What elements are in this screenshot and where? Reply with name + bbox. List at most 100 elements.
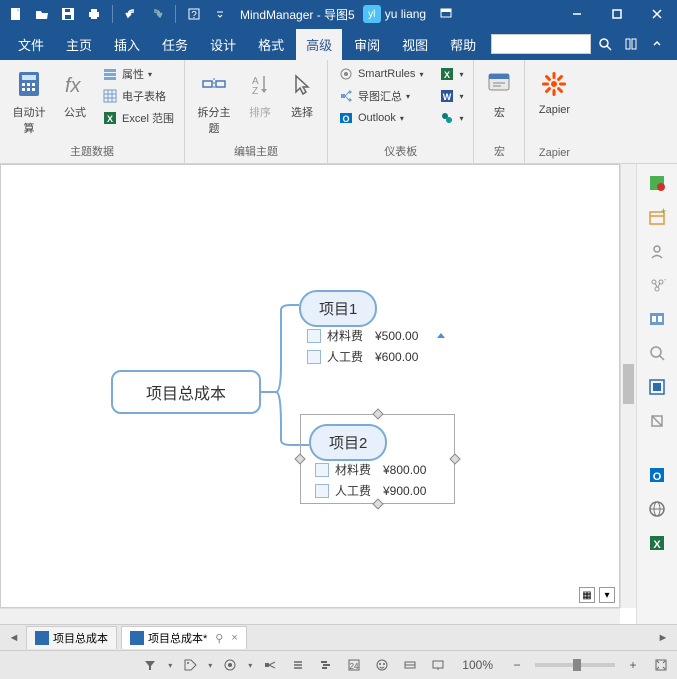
property-row[interactable]: 人工费¥900.00 bbox=[315, 480, 439, 501]
zoom-out-icon[interactable]: − bbox=[507, 655, 527, 675]
tab-design[interactable]: 设计 bbox=[200, 29, 246, 60]
property-button[interactable]: 属性 ▾ bbox=[98, 64, 178, 84]
property-row[interactable]: 材料费¥500.00 bbox=[307, 325, 445, 346]
contact-pane-icon[interactable] bbox=[643, 238, 671, 264]
link-pane-icon[interactable]: + bbox=[643, 272, 671, 298]
qat-dropdown-icon[interactable] bbox=[208, 2, 232, 26]
task-pane-icon[interactable] bbox=[643, 170, 671, 196]
tab-home[interactable]: 主页 bbox=[56, 29, 102, 60]
topic-node-1[interactable]: 项目1 bbox=[299, 290, 377, 327]
outlook-pane-icon[interactable]: O bbox=[643, 462, 671, 488]
filter-icon[interactable] bbox=[140, 655, 160, 675]
search-input[interactable] bbox=[491, 34, 591, 54]
zoom-slider[interactable] bbox=[535, 663, 615, 667]
tab-review[interactable]: 审阅 bbox=[344, 29, 390, 60]
property-row[interactable]: 人工费¥600.00 bbox=[307, 346, 445, 367]
view-map-icon[interactable] bbox=[260, 655, 280, 675]
zoom-in-icon[interactable]: + bbox=[623, 655, 643, 675]
ribbon-group-label: Zapier bbox=[531, 145, 577, 161]
tab-close-icon[interactable]: × bbox=[231, 632, 237, 644]
ribbon-group-label: 仪表板 bbox=[334, 141, 468, 161]
tab-insert[interactable]: 插入 bbox=[104, 29, 150, 60]
view-icon-icon[interactable] bbox=[372, 655, 392, 675]
help-icon[interactable]: ? bbox=[182, 2, 206, 26]
topic-node-2[interactable]: 项目2 bbox=[309, 424, 387, 461]
fit-screen-icon[interactable] bbox=[651, 655, 671, 675]
canvas-tool-1[interactable]: ▦ bbox=[579, 587, 595, 603]
minimize-button[interactable] bbox=[557, 0, 597, 28]
search-icon[interactable] bbox=[593, 32, 617, 56]
word-export-button[interactable]: W▾ bbox=[435, 86, 467, 106]
canvas[interactable]: 项目总成本 项目1 材料费¥500.00 人工费¥600.00 项目2 材料费¥… bbox=[0, 164, 620, 608]
root-topic[interactable]: 项目总成本 bbox=[111, 370, 261, 414]
tag-icon[interactable] bbox=[180, 655, 200, 675]
workspace: 项目总成本 项目1 材料费¥500.00 人工费¥600.00 项目2 材料费¥… bbox=[0, 164, 636, 624]
format-pane-icon[interactable] bbox=[643, 374, 671, 400]
horizontal-scrollbar[interactable] bbox=[0, 608, 620, 624]
save-icon[interactable] bbox=[56, 2, 80, 26]
canvas-tool-2[interactable]: ▾ bbox=[599, 587, 615, 603]
doc-tab-2[interactable]: 项目总成本*⚲× bbox=[121, 626, 247, 649]
view-tag-icon[interactable] bbox=[400, 655, 420, 675]
excel-pane-icon[interactable]: X bbox=[643, 530, 671, 556]
doc-tab-1[interactable]: 项目总成本 bbox=[26, 626, 117, 649]
zoom-thumb[interactable] bbox=[573, 659, 581, 671]
close-button[interactable] bbox=[637, 0, 677, 28]
sharepoint-button[interactable]: ▾ bbox=[435, 108, 467, 128]
excel-range-button[interactable]: XExcel 范围 bbox=[98, 108, 178, 128]
property-icon bbox=[315, 484, 329, 498]
redo-icon[interactable] bbox=[145, 2, 169, 26]
view-presentation-icon[interactable] bbox=[428, 655, 448, 675]
formula-button[interactable]: fx 公式 bbox=[56, 64, 94, 124]
excel-export-button[interactable]: X▾ bbox=[435, 64, 467, 84]
scrollbar-thumb[interactable] bbox=[623, 364, 634, 404]
print-icon[interactable] bbox=[82, 2, 106, 26]
panel-icon[interactable] bbox=[619, 32, 643, 56]
map-doc-icon bbox=[35, 631, 49, 645]
tab-advanced[interactable]: 高级 bbox=[296, 29, 342, 60]
tab-format[interactable]: 格式 bbox=[248, 29, 294, 60]
ribbon-group-edit-topic: 拆分主题 AZ 排序 选择 编辑主题 bbox=[185, 60, 328, 163]
zapier-button[interactable]: Zapier bbox=[531, 64, 577, 120]
user-badge[interactable]: yl bbox=[363, 5, 381, 23]
view-outline-icon[interactable] bbox=[288, 655, 308, 675]
open-icon[interactable] bbox=[30, 2, 54, 26]
maximize-button[interactable] bbox=[597, 0, 637, 28]
ribbon-display-icon[interactable] bbox=[434, 2, 458, 26]
split-topic-button[interactable]: 拆分主题 bbox=[191, 64, 237, 140]
tab-view[interactable]: 视图 bbox=[392, 29, 438, 60]
outlook-button[interactable]: OOutlook ▾ bbox=[334, 108, 427, 128]
sort-button[interactable]: AZ 排序 bbox=[241, 64, 279, 124]
rollup-indicator-icon bbox=[437, 333, 445, 338]
vertical-scrollbar[interactable] bbox=[620, 164, 636, 608]
property-row[interactable]: 材料费¥800.00 bbox=[315, 459, 439, 480]
pin-icon[interactable]: ⚲ bbox=[215, 632, 223, 645]
tab-help[interactable]: 帮助 bbox=[440, 29, 486, 60]
style-pane-icon[interactable] bbox=[643, 408, 671, 434]
svg-text:24: 24 bbox=[350, 662, 359, 671]
svg-text:+: + bbox=[664, 276, 666, 285]
target-icon[interactable] bbox=[220, 655, 240, 675]
view-schedule-icon[interactable]: 24 bbox=[344, 655, 364, 675]
autocalc-button[interactable]: 自动计算 bbox=[6, 64, 52, 140]
view-gantt-icon[interactable] bbox=[316, 655, 336, 675]
collapse-ribbon-icon[interactable] bbox=[645, 32, 669, 56]
tab-prev-icon[interactable]: ◄ bbox=[6, 632, 22, 644]
tab-tasks[interactable]: 任务 bbox=[152, 29, 198, 60]
document-tabs: ◄ 项目总成本 项目总成本*⚲× ► bbox=[0, 624, 677, 650]
map-collection-button[interactable]: 导图汇总 ▾ bbox=[334, 86, 427, 106]
macro-button[interactable]: 宏 bbox=[480, 64, 518, 124]
select-button[interactable]: 选择 bbox=[283, 64, 321, 124]
table-icon bbox=[102, 88, 118, 104]
spreadsheet-button[interactable]: 电子表格 bbox=[98, 86, 178, 106]
library-pane-icon[interactable] bbox=[643, 306, 671, 332]
tab-file[interactable]: 文件 bbox=[8, 29, 54, 60]
new-doc-icon[interactable] bbox=[4, 2, 28, 26]
smartrules-button[interactable]: SmartRules ▾ bbox=[334, 64, 427, 84]
browser-pane-icon[interactable] bbox=[643, 496, 671, 522]
search-pane-icon[interactable] bbox=[643, 340, 671, 366]
ribbon-group-macro: 宏 宏 bbox=[474, 60, 525, 163]
undo-icon[interactable] bbox=[119, 2, 143, 26]
calendar-pane-icon[interactable]: + bbox=[643, 204, 671, 230]
tab-next-icon[interactable]: ► bbox=[655, 632, 671, 644]
